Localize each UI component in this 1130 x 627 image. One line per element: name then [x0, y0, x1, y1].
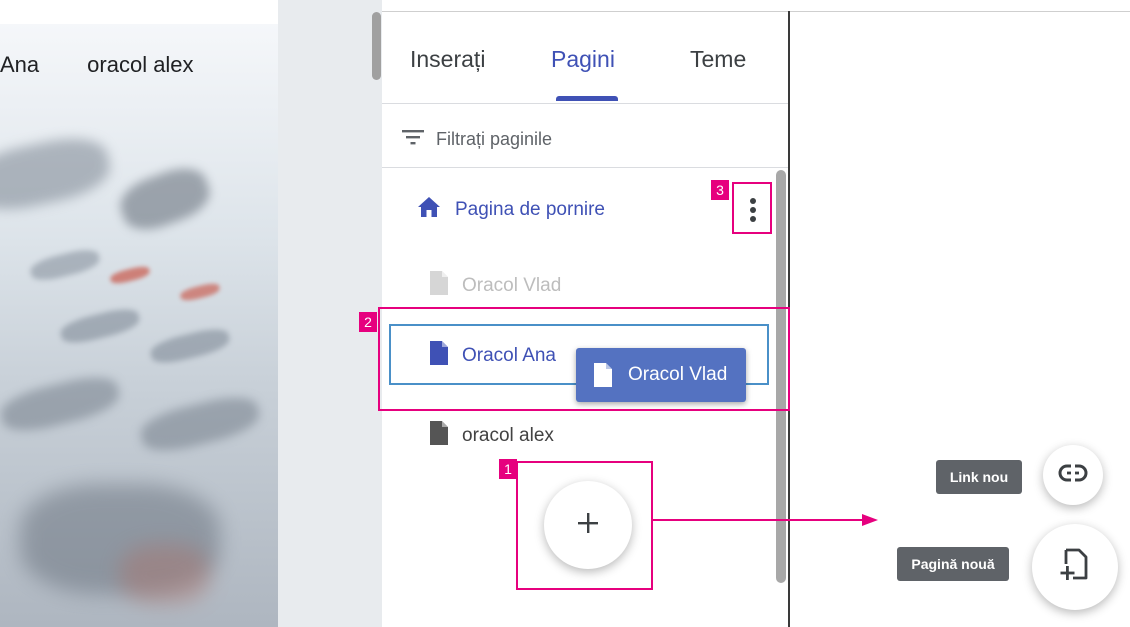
- new-link-tooltip: Link nou: [936, 460, 1022, 494]
- site-preview-image: [0, 24, 278, 627]
- page-item-label: Pagina de pornire: [455, 199, 605, 220]
- top-divider: [382, 11, 1130, 12]
- callout-box-2: [378, 307, 790, 411]
- filter-icon: [402, 128, 424, 151]
- filter-divider: [382, 167, 788, 168]
- editor-scrollbar[interactable]: [372, 12, 381, 80]
- page-item-label: Oracol Vlad: [462, 275, 562, 296]
- add-page-icon: [1060, 548, 1090, 587]
- new-page-tooltip: Pagină nouă: [897, 547, 1009, 581]
- filter-label: Filtrați paginile: [436, 128, 553, 149]
- link-icon: [1058, 463, 1088, 487]
- callout-number-3: 3: [711, 180, 729, 200]
- callout-box-3: [732, 182, 772, 234]
- callout-arrow: [652, 514, 878, 526]
- preview-nav-item[interactable]: Ana: [0, 52, 39, 77]
- tab-insert[interactable]: Inserați: [410, 46, 485, 73]
- callout-number-2: 2: [359, 312, 377, 332]
- callout-number-1: 1: [499, 459, 517, 479]
- preview-nav: Ana oracol alex: [0, 52, 242, 78]
- tab-pages[interactable]: Pagini: [551, 46, 615, 73]
- page-item-home[interactable]: Pagina de pornire: [417, 196, 605, 224]
- page-icon: [430, 271, 448, 301]
- new-link-button[interactable]: [1043, 445, 1103, 505]
- home-icon: [417, 196, 441, 224]
- callout-box-1: [516, 461, 653, 590]
- filter-pages[interactable]: Filtrați paginile: [402, 124, 552, 154]
- preview-nav-item[interactable]: oracol alex: [87, 52, 193, 77]
- page-item-placeholder[interactable]: Oracol Vlad: [430, 271, 561, 301]
- page-item[interactable]: oracol alex: [430, 421, 554, 451]
- tab-themes[interactable]: Teme: [690, 46, 746, 73]
- tab-divider: [382, 103, 788, 104]
- page-item-label: oracol alex: [462, 425, 554, 446]
- new-page-button[interactable]: [1032, 524, 1118, 610]
- page-icon: [430, 421, 448, 451]
- active-tab-indicator: [556, 96, 618, 101]
